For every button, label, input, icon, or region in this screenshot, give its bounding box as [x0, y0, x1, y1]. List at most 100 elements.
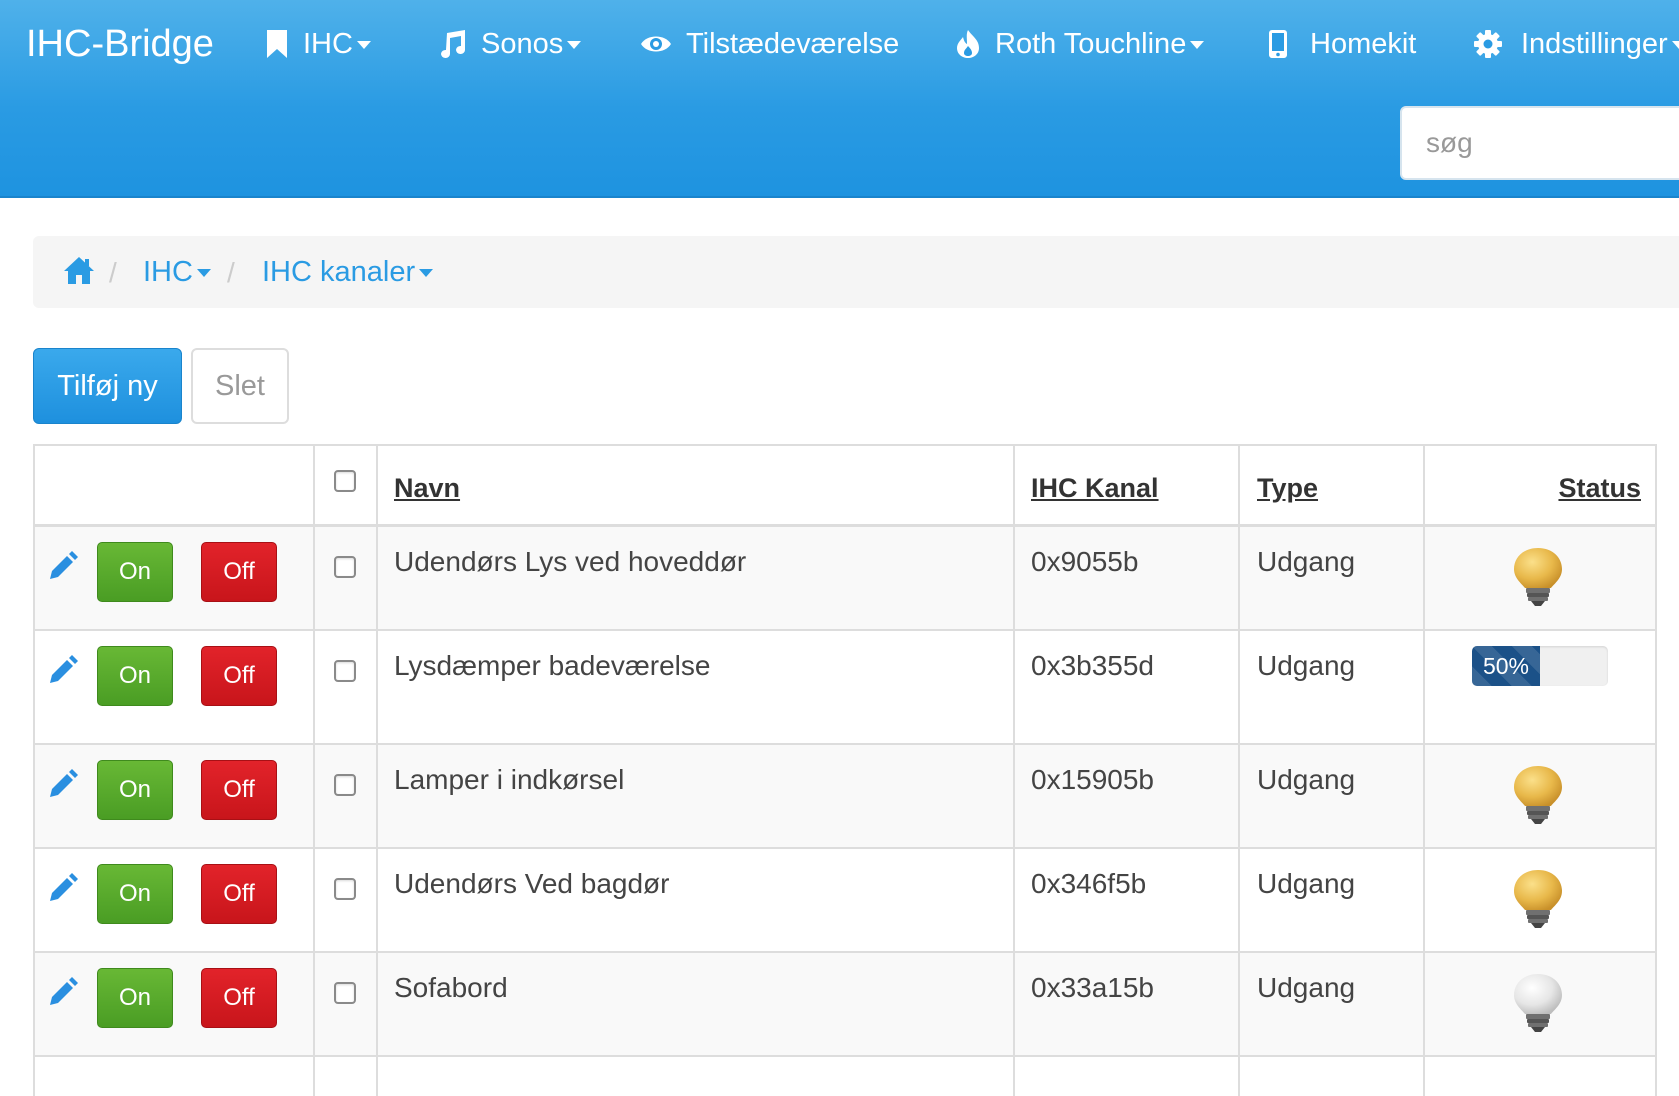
eye-icon: [640, 32, 672, 56]
row-status-cell: 50%: [1424, 630, 1657, 744]
on-button[interactable]: On: [97, 864, 173, 924]
table-row: On Off Lamper i indkørsel 0x15905b Udgan…: [33, 744, 1657, 848]
on-button[interactable]: On: [97, 646, 173, 706]
caret-down-icon: [196, 269, 211, 277]
off-button[interactable]: Off: [201, 864, 277, 924]
row-channel: 0x9055b: [1031, 546, 1139, 577]
row-channel-cell: 0x33a15b: [1014, 952, 1239, 1056]
nav-item-indstillinger[interactable]: Indstillinger: [1473, 22, 1679, 66]
pencil-icon[interactable]: [48, 977, 78, 1012]
row-name: Sofabord: [394, 972, 508, 1003]
nav-item-label: Tilstædeværelse: [686, 28, 900, 60]
row-actions-cell: On Off: [33, 630, 314, 744]
off-button[interactable]: Off: [201, 646, 277, 706]
select-all-checkbox[interactable]: [334, 470, 356, 492]
lightbulb-on-icon: [1510, 868, 1566, 935]
column-divider: [376, 444, 378, 1096]
breadcrumb-separator: /: [227, 257, 235, 288]
lightbulb-on-icon: [1510, 764, 1566, 831]
header-ihc-channel[interactable]: IHC Kanal: [1031, 470, 1159, 506]
off-button[interactable]: Off: [201, 760, 277, 820]
row-name-cell: Lysdæmper badeværelse: [377, 630, 1014, 744]
brand-title[interactable]: IHC-Bridge: [26, 20, 214, 68]
row-type-cell: Udgang: [1239, 526, 1424, 630]
pencil-icon[interactable]: [48, 551, 78, 586]
nav-item-label: Sonos: [481, 28, 564, 60]
header-name[interactable]: Navn: [394, 470, 460, 506]
navbar: IHC-Bridge IHC Sonos Tilstædeværelse Rot…: [0, 0, 1679, 198]
column-divider: [1013, 444, 1015, 1096]
header-name-cell: Navn: [377, 444, 1014, 526]
row-name-cell: Udendørs Ved bagdør: [377, 848, 1014, 952]
nav-item-label: Homekit: [1310, 28, 1417, 60]
table-header-row: Navn IHC Kanal Type Status: [33, 444, 1657, 526]
lightbulb-off-icon: [1510, 972, 1566, 1039]
row-type-cell: Udgang: [1239, 630, 1424, 744]
column-divider: [313, 444, 315, 1096]
header-channel-cell: IHC Kanal: [1014, 444, 1239, 526]
table-row: On Off Sofabord 0x33a15b Udgang: [33, 952, 1657, 1056]
row-channel: 0x346f5b: [1031, 868, 1147, 899]
row-select-cell: [314, 848, 377, 952]
row-type: Udgang: [1257, 546, 1356, 577]
nav-item-homekit[interactable]: Homekit: [1268, 22, 1416, 66]
pencil-icon[interactable]: [48, 873, 78, 908]
breadcrumb-label: IHC: [143, 256, 193, 288]
row-divider: [33, 951, 1657, 953]
home-icon[interactable]: [63, 254, 95, 291]
nav-item-sonos[interactable]: Sonos: [437, 22, 582, 66]
row-status-cell: [1424, 526, 1657, 630]
row-channel: 0x3b355d: [1031, 650, 1155, 681]
column-divider: [1655, 444, 1657, 1096]
caret-down-icon: [1671, 41, 1679, 49]
row-checkbox[interactable]: [334, 982, 356, 1004]
off-button[interactable]: Off: [201, 542, 277, 602]
breadcrumb: / IHC / IHC kanaler: [33, 236, 1679, 308]
nav-item-label: IHC: [303, 28, 353, 60]
breadcrumb-ihc[interactable]: IHC: [143, 255, 211, 289]
off-button[interactable]: Off: [201, 968, 277, 1028]
row-checkbox[interactable]: [334, 660, 356, 682]
pencil-icon[interactable]: [48, 655, 78, 690]
breadcrumb-ihc-kanaler[interactable]: IHC kanaler: [262, 255, 434, 289]
music-note-icon: [437, 29, 467, 59]
delete-button[interactable]: Slet: [191, 348, 289, 424]
row-checkbox[interactable]: [334, 556, 356, 578]
header-status[interactable]: Status: [1558, 470, 1641, 506]
nav-item-tilstedevaerelse[interactable]: Tilstædeværelse: [640, 22, 899, 66]
row-name: Udendørs Lys ved hoveddør: [394, 546, 747, 577]
on-button[interactable]: On: [97, 542, 173, 602]
row-channel-cell: 0x15905b: [1014, 744, 1239, 848]
row-actions-cell: On Off: [33, 744, 314, 848]
row-status-cell: [1424, 952, 1657, 1056]
row-type: Udgang: [1257, 764, 1356, 795]
dimmer-progress-fill: 50%: [1472, 646, 1540, 686]
fire-icon: [955, 29, 981, 59]
nav-item-roth-touchline[interactable]: Roth Touchline: [955, 22, 1205, 66]
row-actions-cell: On Off: [33, 952, 314, 1056]
row-divider: [33, 743, 1657, 745]
nav-item-label: Roth Touchline: [995, 28, 1187, 60]
header-status-cell: Status: [1424, 444, 1657, 526]
on-button[interactable]: On: [97, 760, 173, 820]
breadcrumb-label: IHC kanaler: [262, 256, 416, 288]
column-divider: [1238, 444, 1240, 1096]
nav-item-label: Indstillinger: [1521, 28, 1668, 60]
row-name: Lysdæmper badeværelse: [394, 650, 711, 681]
search-input[interactable]: [1400, 106, 1679, 180]
header-type-cell: Type: [1239, 444, 1424, 526]
row-divider: [33, 847, 1657, 849]
nav-item-ihc[interactable]: IHC: [265, 22, 371, 66]
header-type[interactable]: Type: [1257, 470, 1318, 506]
add-new-button[interactable]: Tilføj ny: [33, 348, 182, 424]
caret-down-icon: [567, 41, 582, 49]
on-button[interactable]: On: [97, 968, 173, 1028]
row-type-cell: Udgang: [1239, 952, 1424, 1056]
table-row: On Off Udendørs Ved bagdør 0x346f5b Udga…: [33, 848, 1657, 952]
row-status-cell: [1424, 744, 1657, 848]
row-checkbox[interactable]: [334, 878, 356, 900]
table-row: On Off Lysdæmper badeværelse 0x3b355d Ud…: [33, 630, 1657, 744]
row-checkbox[interactable]: [334, 774, 356, 796]
pencil-icon[interactable]: [48, 769, 78, 804]
row-channel-cell: 0x3b355d: [1014, 630, 1239, 744]
